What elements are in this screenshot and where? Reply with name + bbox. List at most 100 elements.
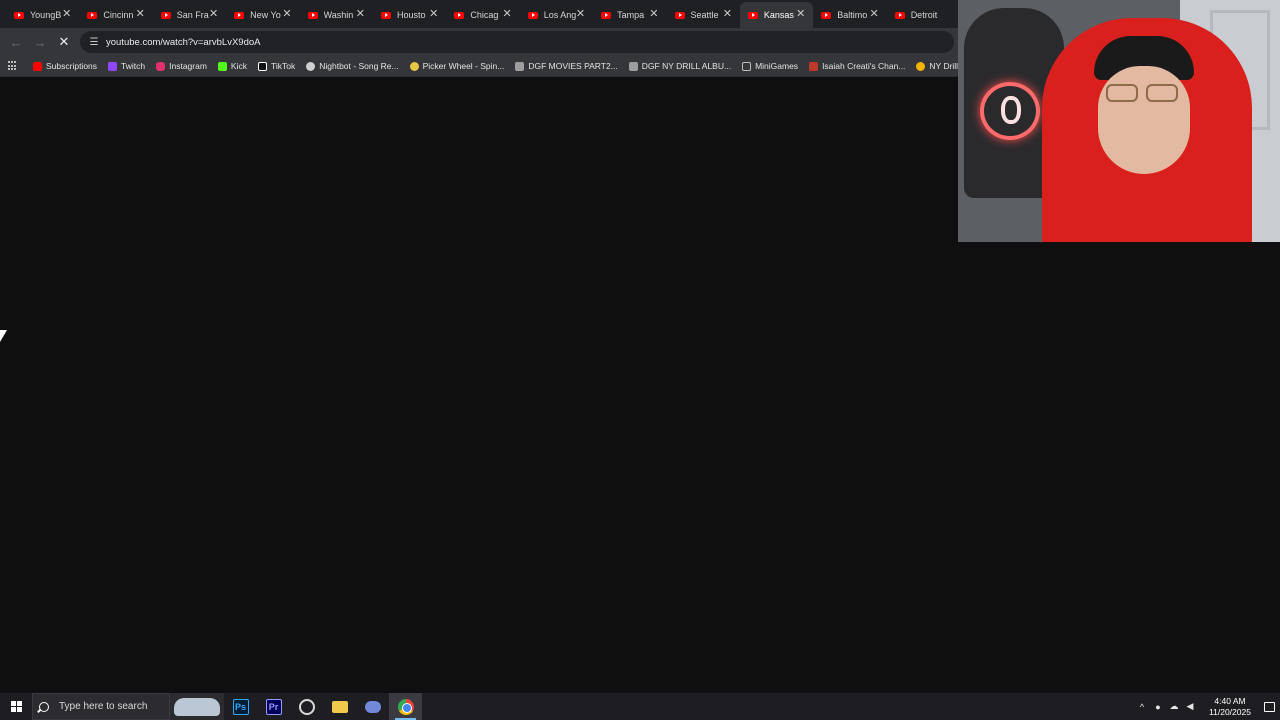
bulb-icon (916, 61, 926, 71)
bookmark-label: Instagram (169, 61, 207, 71)
browser-tab[interactable]: Cincinn ✕ (79, 2, 152, 28)
bookmark-label: Nightbot - Song Re... (319, 61, 399, 71)
browser-tab[interactable]: Housto ✕ (373, 2, 446, 28)
stop-loading-button[interactable]: ✕ (52, 30, 76, 54)
clock[interactable]: 4:40 AM 11/20/2025 (1202, 696, 1258, 718)
microphone-icon[interactable]: ● (1150, 693, 1166, 720)
taskbar: Type here to search Ps Pr ^ ● ☁ ◀ 4:40 A… (0, 693, 1280, 720)
apps-grid-icon[interactable] (8, 61, 16, 71)
windows-icon (10, 701, 22, 712)
site-settings-icon[interactable]: ☰ (88, 36, 100, 48)
taskbar-app-chrome[interactable] (389, 693, 422, 720)
bookmark-label: DGF MOVIES PART2... (528, 61, 618, 71)
browser-tab[interactable]: New Yo ✕ (226, 2, 299, 28)
youtube-icon (380, 11, 391, 19)
browser-tab[interactable]: YoungB ✕ (6, 2, 79, 28)
search-highlight-image[interactable] (170, 693, 224, 720)
browser-tab[interactable]: Los Ang ✕ (520, 2, 593, 28)
youtube-icon (454, 11, 465, 19)
folder-icon (742, 61, 752, 71)
youtube-icon (894, 11, 905, 19)
close-icon[interactable]: ✕ (576, 9, 585, 20)
close-icon[interactable]: ✕ (62, 9, 71, 20)
discord-icon (364, 700, 381, 713)
bookmark-item[interactable]: Kick (217, 61, 247, 71)
youtube-icon (87, 11, 98, 19)
person-face (1098, 66, 1190, 174)
close-icon[interactable]: ✕ (209, 9, 218, 20)
youtube-icon (33, 61, 42, 71)
bookmarks-bar: Subscriptions Twitch Instagram Kick TikT… (0, 56, 960, 77)
kick-icon (217, 61, 227, 71)
volume-icon[interactable]: ◀ (1182, 693, 1198, 720)
browser-toolbar: ← → ✕ ☰ youtube.com/watch?v=arvbLvX9doA (0, 28, 960, 56)
browser-tab[interactable]: Seattle ✕ (667, 2, 740, 28)
notification-icon (1263, 701, 1275, 712)
close-icon[interactable]: ✕ (503, 9, 512, 20)
bookmark-item[interactable]: Picker Wheel - Spin... (409, 61, 504, 71)
neon-sign-letter (1001, 96, 1021, 124)
browser-tab[interactable]: San Fra ✕ (153, 2, 226, 28)
photoshop-icon: Ps (232, 698, 249, 715)
taskbar-app-premiere[interactable]: Pr (257, 693, 290, 720)
bookmark-item[interactable]: Twitch (108, 61, 145, 71)
close-icon[interactable]: ✕ (429, 9, 438, 20)
taskbar-search[interactable]: Type here to search (32, 693, 170, 720)
youtube-icon (307, 11, 318, 19)
notification-button[interactable] (1258, 693, 1280, 720)
youtube-icon (747, 11, 758, 19)
clock-date: 11/20/2025 (1209, 706, 1251, 717)
bookmark-label: Isaiah Creati's Chan... (822, 61, 906, 71)
browser-tab-active[interactable]: Kansas ✕ (739, 2, 814, 28)
youtube-icon (527, 11, 538, 19)
bookmark-item[interactable]: DGF MOVIES PART2... (515, 61, 618, 71)
mouse-cursor (0, 330, 7, 342)
bookmark-item[interactable]: DGF NY DRILL ALBU... (628, 61, 732, 71)
bookmark-item[interactable]: TikTok (257, 61, 296, 71)
close-icon[interactable]: ✕ (796, 9, 805, 20)
youtube-icon (14, 11, 24, 19)
bookmark-folder[interactable]: MiniGames (742, 61, 798, 71)
close-icon[interactable]: ✕ (723, 9, 732, 20)
bookmark-label: MiniGames (755, 61, 799, 71)
start-button[interactable] (0, 693, 32, 720)
bookmark-label: TikTok (270, 61, 296, 71)
taskbar-app-obs[interactable] (290, 693, 323, 720)
close-icon[interactable]: ✕ (649, 9, 658, 20)
forward-button[interactable]: → (28, 30, 52, 54)
search-placeholder: Type here to search (59, 701, 148, 712)
folder-icon (331, 700, 348, 713)
cloud-icon[interactable]: ☁ (1166, 693, 1182, 720)
browser-tab[interactable]: Washin ✕ (300, 2, 373, 28)
browser-tab[interactable]: Baltimo ✕ (813, 2, 886, 28)
bookmark-item[interactable]: Isaiah Creati's Chan... (809, 61, 905, 71)
browser-tab[interactable]: Detroit (887, 2, 960, 28)
page-icon (515, 61, 525, 71)
obs-icon (298, 698, 315, 715)
close-icon[interactable]: ✕ (282, 9, 291, 20)
browser-tab[interactable]: Chicag ✕ (446, 2, 519, 28)
system-tray: ^ ● ☁ ◀ 4:40 AM 11/20/2025 (1134, 693, 1280, 720)
browser-tab-strip: YoungB ✕ Cincinn ✕ San Fra ✕ New Yo ✕ Washin… (0, 0, 960, 28)
close-icon[interactable]: ✕ (869, 9, 878, 20)
close-icon[interactable]: ✕ (136, 9, 145, 20)
tray-chevron-icon[interactable]: ^ (1134, 693, 1150, 720)
bookmark-item[interactable]: Instagram (156, 61, 207, 71)
bookmark-item[interactable]: Subscriptions (33, 61, 97, 71)
screen: YoungB ✕ Cincinn ✕ San Fra ✕ New Yo ✕ Washin… (0, 0, 1280, 720)
tab-title: Detroit (910, 10, 938, 20)
nightbot-icon (306, 61, 316, 71)
bookmark-item[interactable]: Nightbot - Song Re... (306, 61, 399, 71)
close-icon[interactable]: ✕ (356, 9, 365, 20)
browser-tab[interactable]: Tampa ✕ (593, 2, 666, 28)
bookmark-item[interactable]: NY Drill Deads C (916, 61, 960, 71)
taskbar-app-file-explorer[interactable] (323, 693, 356, 720)
bookmark-label: DGF NY DRILL ALBU... (641, 61, 732, 71)
taskbar-app-photoshop[interactable]: Ps (224, 693, 257, 720)
premiere-icon: Pr (265, 698, 282, 715)
youtube-icon (674, 11, 685, 19)
bookmark-label: Twitch (121, 61, 146, 71)
back-button[interactable]: ← (4, 30, 28, 54)
taskbar-app-discord[interactable] (356, 693, 389, 720)
address-bar[interactable]: ☰ youtube.com/watch?v=arvbLvX9doA (80, 31, 954, 53)
